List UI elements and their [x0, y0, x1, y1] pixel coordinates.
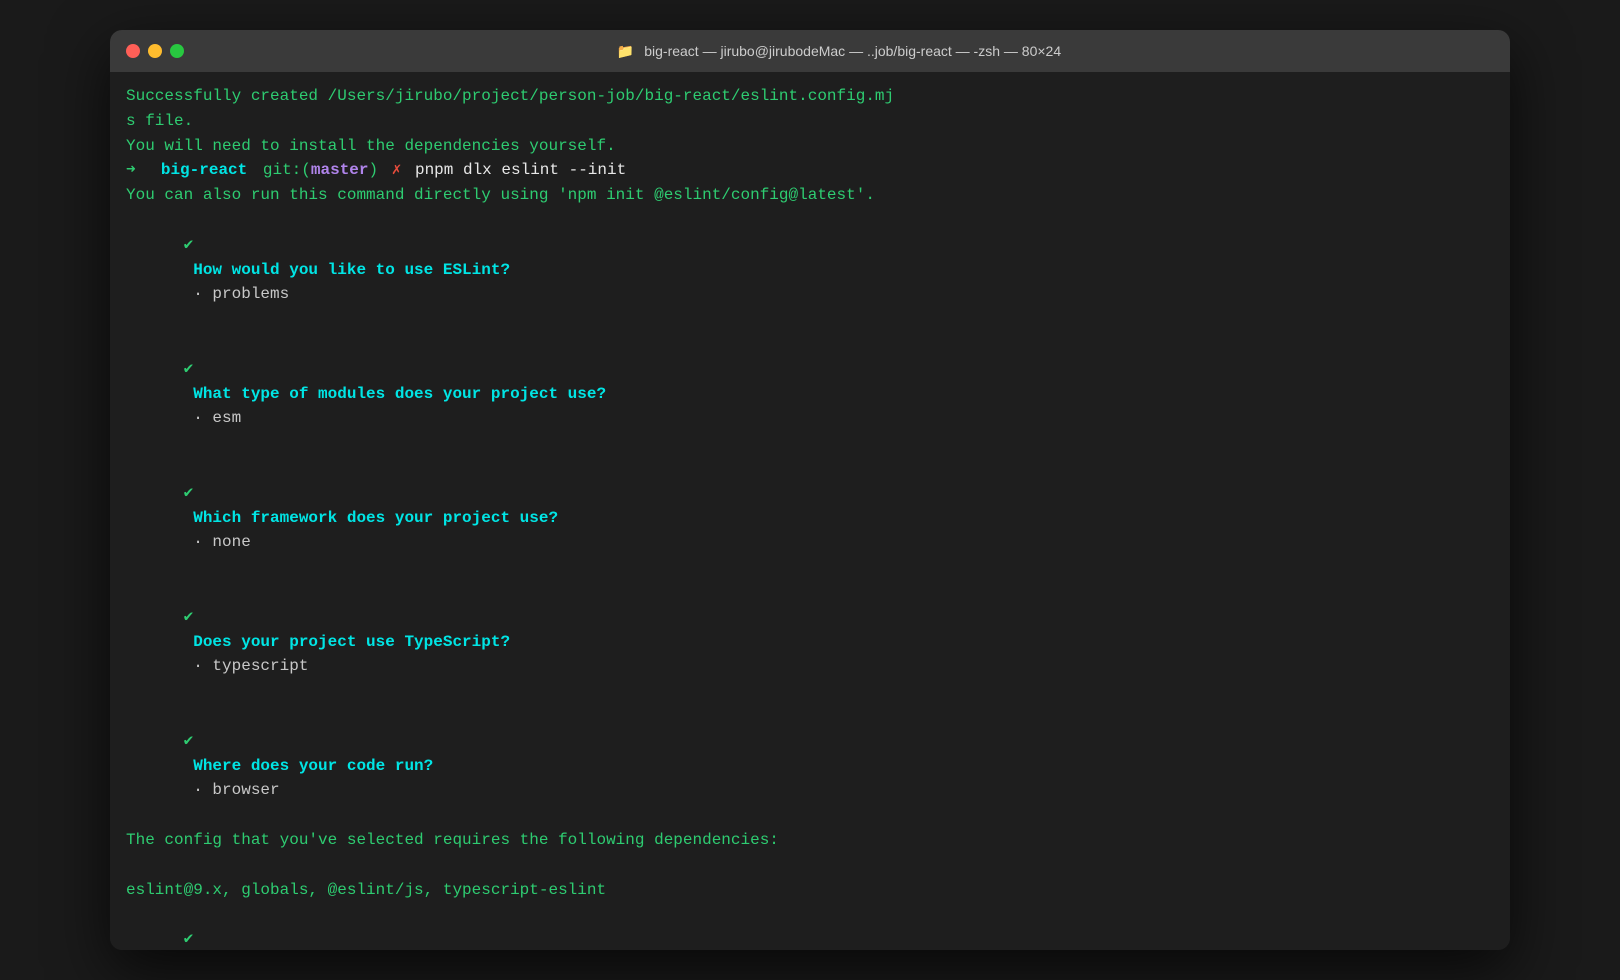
install-check-line: ✔ Would you like to install them now? · …: [126, 902, 1494, 950]
prompt-cmd-1: pnpm dlx eslint --init: [405, 158, 626, 183]
check-line-2: ✔ What type of modules does your project…: [126, 332, 1494, 456]
check-question-3: Which framework does your project use?: [184, 509, 558, 527]
check-icon-1: ✔: [184, 236, 194, 254]
check-answer-1: · problems: [184, 285, 290, 303]
check-question-1: How would you like to use ESLint?: [184, 261, 510, 279]
check-icon-6: ✔: [184, 930, 194, 948]
window-title: 📁 big-react — jirubo@jirubodeMac — ..job…: [184, 43, 1494, 60]
prompt-git-close-1: ): [369, 158, 379, 183]
check-icon-4: ✔: [184, 608, 194, 626]
prompt-arrow-1: ➜: [126, 158, 136, 183]
maximize-button[interactable]: [170, 44, 184, 58]
close-button[interactable]: [126, 44, 140, 58]
check-answer-3: · none: [184, 533, 251, 551]
check-answer-2: · esm: [184, 409, 242, 427]
terminal-window: 📁 big-react — jirubo@jirubodeMac — ..job…: [110, 30, 1510, 950]
folder-icon: 📁: [617, 43, 634, 59]
check-question-5: Where does your code run?: [184, 757, 434, 775]
output-line-3: You will need to install the dependencie…: [126, 134, 1494, 159]
check-question-2: What type of modules does your project u…: [184, 385, 606, 403]
output-line-2: s file.: [126, 109, 1494, 134]
prompt-line-1: ➜ big-react git:(master) ✗ pnpm dlx esli…: [126, 158, 1494, 183]
output-line-5: You can also run this command directly u…: [126, 183, 1494, 208]
minimize-button[interactable]: [148, 44, 162, 58]
check-icon-3: ✔: [184, 484, 194, 502]
check-icon-5: ✔: [184, 732, 194, 750]
prompt-dir-1: big-react: [142, 158, 248, 183]
terminal-body[interactable]: Successfully created /Users/jirubo/proje…: [110, 72, 1510, 950]
check-line-4: ✔ Does your project use TypeScript? · ty…: [126, 580, 1494, 704]
title-label: big-react — jirubo@jirubodeMac — ..job/b…: [644, 43, 1061, 59]
check-answer-5: · browser: [184, 781, 280, 799]
check-line-5: ✔ Where does your code run? · browser: [126, 704, 1494, 828]
check-icon-2: ✔: [184, 360, 194, 378]
output-line-1: Successfully created /Users/jirubo/proje…: [126, 84, 1494, 109]
check-line-1: ✔ How would you like to use ESLint? · pr…: [126, 208, 1494, 332]
prompt-branch-1: master: [311, 158, 369, 183]
traffic-lights: [126, 44, 184, 58]
deps-header: The config that you've selected requires…: [126, 828, 1494, 853]
prompt-x-1: ✗: [382, 158, 401, 183]
titlebar: 📁 big-react — jirubo@jirubodeMac — ..job…: [110, 30, 1510, 72]
prompt-git-1: git:(: [253, 158, 311, 183]
check-question-4: Does your project use TypeScript?: [184, 633, 510, 651]
check-line-3: ✔ Which framework does your project use?…: [126, 456, 1494, 580]
deps-list: eslint@9.x, globals, @eslint/js, typescr…: [126, 878, 1494, 903]
blank-line-1: [126, 853, 1494, 878]
check-answer-4: · typescript: [184, 657, 309, 675]
